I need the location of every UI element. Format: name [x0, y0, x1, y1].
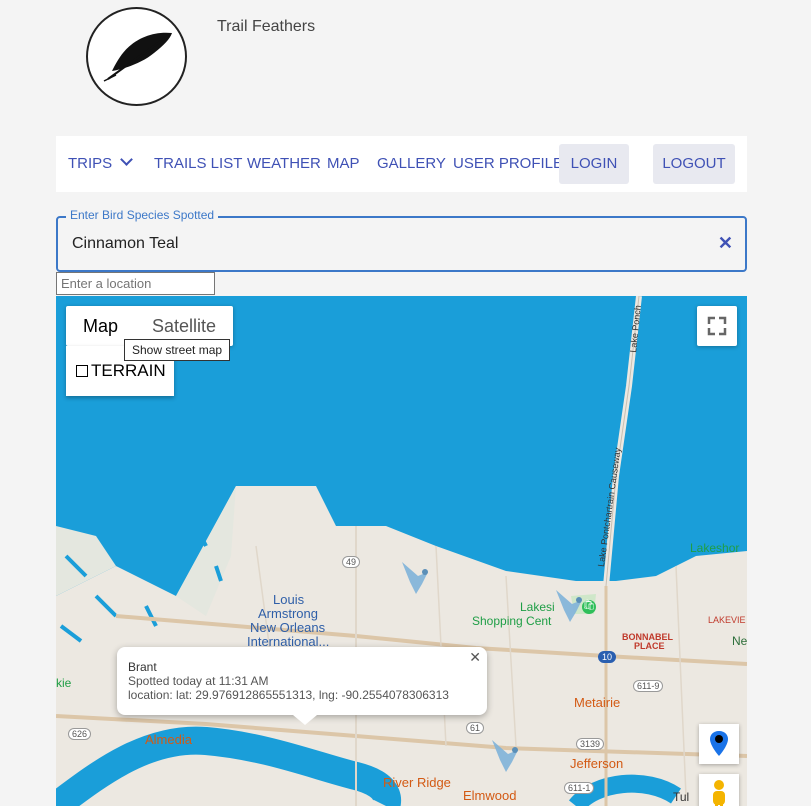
map-label-metairie: Metairie: [574, 695, 621, 710]
app-title: Trail Feathers: [217, 18, 316, 35]
login-button[interactable]: LOGIN: [559, 144, 629, 184]
close-icon[interactable]: ✕: [469, 649, 481, 666]
map-label-lakeshore: Lakeshor: [690, 541, 740, 555]
map-type-tooltip: Show street map: [124, 339, 231, 361]
road-shield-61: 61: [466, 722, 485, 734]
species-field-label: Enter Bird Species Spotted: [66, 208, 219, 222]
info-title: Brant: [128, 660, 157, 674]
terrain-checkbox[interactable]: [76, 365, 88, 377]
map-label-bonnabel-place: PLACE: [634, 641, 665, 651]
species-value: Cinnamon Teal: [72, 235, 179, 252]
road-shield-626: 626: [68, 728, 92, 740]
nav-map[interactable]: MAP: [327, 136, 360, 192]
map-label-airport-2: Armstrong: [258, 606, 318, 621]
feather-icon: [103, 32, 172, 82]
map-label-ne: Ne: [732, 634, 747, 648]
pegman-icon: [713, 780, 725, 806]
terrain-label: TERRAIN: [91, 361, 166, 380]
road-shield-10: 10: [598, 651, 617, 663]
location-input[interactable]: [56, 272, 215, 295]
nav-trips[interactable]: TRIPS: [68, 136, 134, 192]
nav-trips-label: TRIPS: [68, 155, 113, 172]
location-pin-icon: [710, 731, 728, 756]
app-logo: [86, 7, 187, 106]
map-label-lakeside: Lakesi: [520, 600, 555, 614]
map-label-airport-3: New Orleans: [250, 620, 326, 635]
map-label-jefferson: Jefferson: [570, 756, 624, 771]
bird-marker-icon[interactable]: [398, 558, 432, 598]
info-window: Brant Spotted today at 11:31 AM location…: [117, 647, 487, 725]
map-label-shopping-center: Shopping Cent: [472, 614, 552, 628]
street-view-button[interactable]: [699, 774, 739, 806]
nav-user-profile[interactable]: USER PROFILE: [453, 136, 563, 192]
map-label-river-ridge: River Ridge: [383, 775, 451, 790]
map-label-lakeview: LAKEVIE: [708, 615, 746, 625]
map-label-airport-1: Louis: [273, 592, 305, 607]
bird-marker-icon[interactable]: [488, 736, 522, 776]
close-icon[interactable]: ✕: [718, 233, 733, 254]
road-shield-3139: 3139: [576, 738, 605, 750]
species-field[interactable]: Cinnamon Teal ✕: [56, 216, 747, 272]
my-location-button[interactable]: [699, 724, 739, 764]
map-canvas[interactable]: Map Satellite TERRAIN Show street map La…: [56, 296, 747, 806]
nav-trails-list[interactable]: TRAILS LIST: [154, 136, 242, 192]
road-shield-49: 49: [342, 556, 361, 568]
chevron-down-icon: [120, 153, 134, 166]
map-label-kie: kie: [56, 676, 72, 690]
top-navbar: TRIPS TRAILS LIST WEATHER MAP GALLERY US…: [56, 136, 747, 192]
map-label-elmwood: Elmwood: [463, 788, 517, 803]
logout-button[interactable]: LOGOUT: [653, 144, 735, 184]
info-location: location: lat: 29.976912865551313, lng: …: [128, 688, 449, 702]
info-spotted-time: Spotted today at 11:31 AM: [128, 674, 269, 688]
nav-gallery[interactable]: GALLERY: [377, 136, 446, 192]
bird-marker-icon[interactable]: [552, 586, 586, 626]
fullscreen-button[interactable]: [697, 306, 737, 346]
road-shield-611-9: 611-9: [633, 680, 664, 692]
map-label-almedia: Almedia: [145, 732, 192, 747]
fullscreen-icon: [707, 316, 727, 336]
road-shield-611-1: 611-1: [564, 782, 595, 794]
map-label-tul: Tul: [673, 790, 690, 804]
nav-weather[interactable]: WEATHER: [247, 136, 321, 192]
